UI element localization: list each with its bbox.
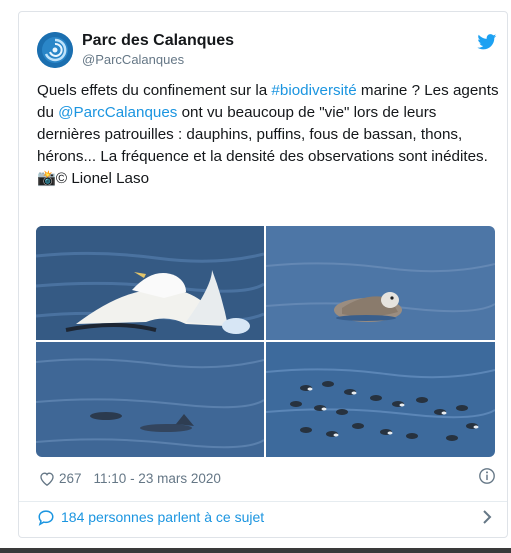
photo-dolphins[interactable] [36,342,264,457]
media-grid[interactable] [36,226,495,457]
heart-icon[interactable] [39,471,55,486]
timestamp[interactable]: 11:10 - 23 mars 2020 [94,471,221,486]
dolphins-image [36,342,264,457]
camera-icon: 📸 [37,170,56,187]
tweet-card[interactable]: Parc des Calanques @ParcCalanques Quels … [18,11,508,538]
conversation-label[interactable]: 184 personnes parlent à ce sujet [61,509,264,525]
window-bottom-edge [0,548,511,553]
photo-seagull[interactable] [266,226,495,340]
info-icon[interactable] [478,467,496,485]
tweet-text: Quels effets du confinement sur la #biod… [37,80,499,190]
conversation-link[interactable]: 184 personnes parlent à ce sujet [37,506,264,528]
mention-link[interactable]: @ParcCalanques [58,104,177,121]
photo-credit: © Lionel Laso [55,170,150,187]
like-count[interactable]: 267 [59,471,82,486]
avatar[interactable] [37,32,73,68]
footer-divider [19,501,507,502]
speech-bubble-icon [38,509,54,526]
account-handle[interactable]: @ParcCalanques [82,52,184,67]
tweet-meta: 267 11:10 - 23 mars 2020 [39,467,221,489]
avatar-logo-icon [37,32,73,68]
tweet-text-part: Quels effets du confinement sur la [37,82,272,99]
gannet-image [36,226,264,340]
shearwaters-image [266,342,495,457]
chevron-right-icon[interactable] [481,509,493,525]
hashtag-link[interactable]: #biodiversité [271,82,356,99]
photo-gannet[interactable] [36,226,264,340]
twitter-bird-icon[interactable] [477,34,497,50]
account-name[interactable]: Parc des Calanques [82,32,234,50]
seagull-image [266,226,495,340]
media-divider [36,340,495,342]
photo-shearwaters[interactable] [266,342,495,457]
